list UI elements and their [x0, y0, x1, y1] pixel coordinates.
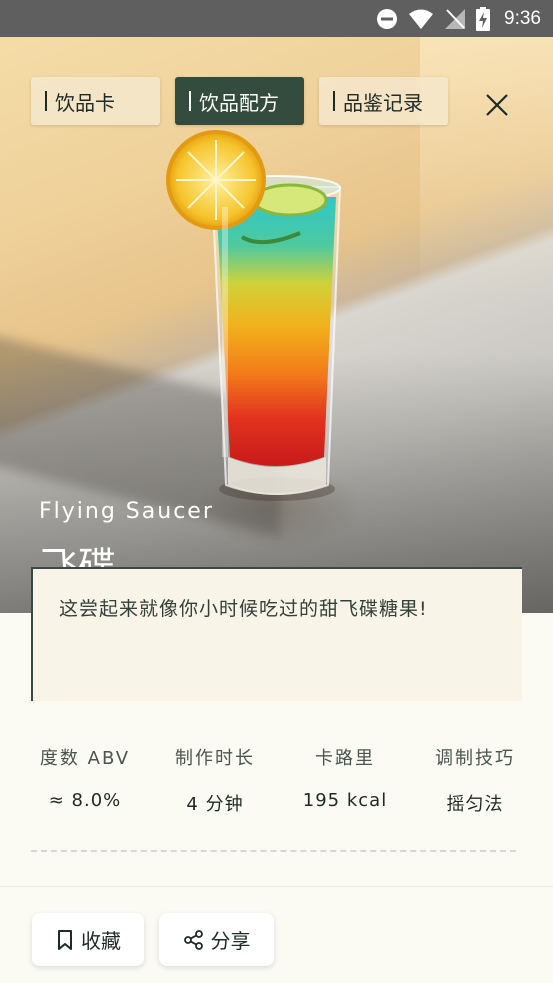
favorite-label: 收藏 [81, 929, 121, 953]
status-bar: 9:36 [0, 0, 553, 37]
tab-drink-recipe[interactable]: 饮品配方 [175, 77, 304, 125]
favorite-button[interactable]: 收藏 [32, 913, 144, 966]
bookmark-icon [58, 929, 72, 950]
no-signal-icon [445, 8, 466, 29]
stat-calories: 卡路里 195 kcal [280, 744, 410, 816]
tab-tasting-notes[interactable]: 品鉴记录 [319, 77, 448, 125]
stat-label: 卡路里 [315, 748, 375, 769]
stat-label: 制作时长 [175, 748, 255, 769]
drink-name-english: Flying Saucer [39, 499, 214, 524]
drink-description: 这尝起来就像你小时候吃过的甜飞碟糖果! [59, 598, 428, 620]
stat-technique: 调制技巧 摇匀法 [410, 744, 540, 816]
stat-prep-time: 制作时长 4 分钟 [150, 744, 280, 816]
battery-charging-icon [476, 6, 491, 31]
do-not-disturb-icon [377, 8, 398, 29]
stat-label: 度数 ABV [39, 748, 131, 769]
stat-value: ≈ 8.0% [48, 790, 122, 811]
share-label: 分享 [210, 929, 251, 953]
status-time: 9:36 [504, 7, 541, 29]
stat-value: 4 分钟 [186, 794, 244, 815]
tab-bar: 饮品卡 饮品配方 品鉴记录 [31, 77, 448, 125]
wifi-icon [409, 9, 434, 29]
tab-label: 饮品配方 [199, 90, 279, 115]
share-button[interactable]: 分享 [159, 913, 274, 966]
tab-label: 品鉴记录 [343, 90, 423, 115]
section-divider [0, 886, 553, 887]
status-icons: 9:36 [376, 0, 541, 37]
stat-value: 摇匀法 [446, 794, 504, 815]
stat-abv: 度数 ABV ≈ 8.0% [20, 744, 150, 816]
close-button[interactable] [480, 88, 514, 122]
description-card: 这尝起来就像你小时候吃过的甜飞碟糖果! [31, 567, 522, 701]
dashed-divider [31, 850, 516, 852]
close-icon [486, 94, 508, 116]
stat-label: 调制技巧 [435, 748, 515, 769]
tab-drink-card[interactable]: 饮品卡 [31, 77, 160, 125]
stat-value: 195 kcal [302, 790, 388, 811]
share-icon [183, 929, 203, 950]
drink-stats: 度数 ABV ≈ 8.0% 制作时长 4 分钟 卡路里 195 kcal 调制技… [20, 744, 540, 816]
tab-label: 饮品卡 [55, 90, 115, 115]
